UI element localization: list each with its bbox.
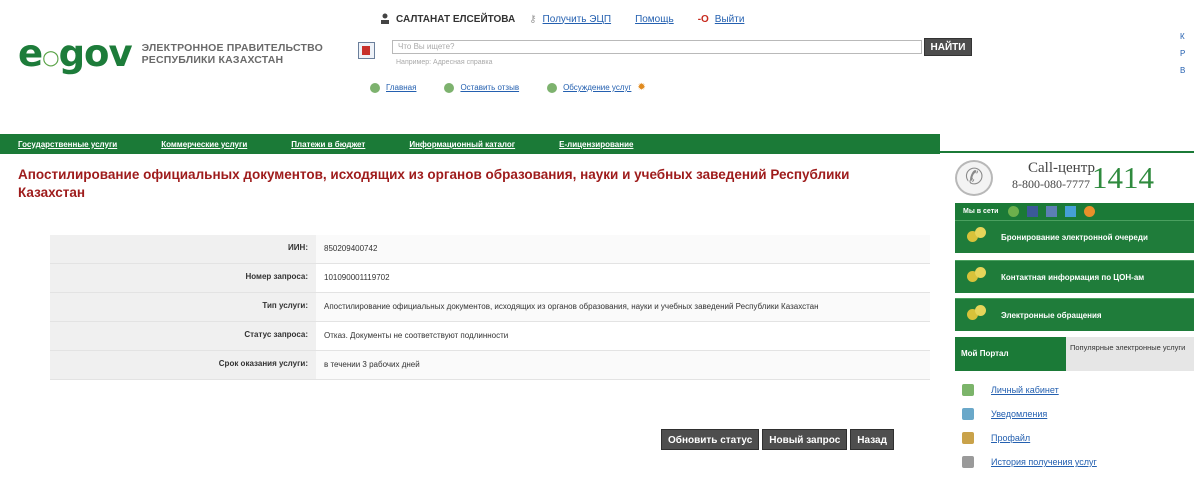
iin-value: 850209400742 [316, 235, 930, 264]
social-bar: Мы в сети [955, 203, 1194, 220]
social-icon-3[interactable] [1046, 206, 1058, 217]
new-request-button[interactable]: Новый запрос [762, 429, 848, 450]
sidebar-item-e-queue[interactable]: Бронирование электронной очереди [955, 220, 1194, 253]
feedback-icon [444, 82, 455, 93]
nav-budget-payments[interactable]: Платежи в бюджет [267, 140, 385, 149]
home-link[interactable]: Главная [386, 83, 416, 92]
table-row: Тип услуги: Апостилирование официальных … [50, 292, 930, 322]
feedback-link[interactable]: Оставить отзыв [460, 83, 519, 92]
contact-icon [967, 267, 989, 287]
list-item: Личный кабинет [962, 378, 1194, 402]
table-row: Статус запроса: Отказ. Документы не соот… [50, 321, 930, 351]
key-icon: ⚷ [529, 13, 537, 25]
discussion-link[interactable]: Обсуждение услуг [563, 83, 631, 92]
get-eds-link[interactable]: Получить ЭЦП [543, 14, 612, 25]
profile-icon [962, 432, 974, 444]
service-term-value: в течении 3 рабочих дней [316, 350, 930, 380]
table-row: Номер запроса: 101090001119702 [50, 263, 930, 293]
user-bar: САЛТАНАТ ЕЛСЕЙТОВА ⚷ Получить ЭЦП Помощь… [380, 13, 744, 25]
service-type-label: Тип услуги: [50, 292, 316, 322]
user-icon [381, 13, 389, 24]
call-center-short-number: 1414 [1092, 160, 1154, 195]
new-badge-icon: ✹ [637, 82, 646, 93]
table-row: Срок оказания услуги: в течении 3 рабочи… [50, 350, 930, 380]
exit-icon: -О [697, 13, 709, 25]
header-sublinks: Главная Оставить отзыв Обсуждение услуг … [370, 82, 646, 93]
nav-gov-services[interactable]: Государственные услуги [0, 140, 137, 149]
portal-links: Личный кабинет Уведомления Профайл Истор… [962, 378, 1194, 474]
home-icon [370, 82, 380, 93]
notification-icon [962, 408, 974, 420]
nav-info-catalog[interactable]: Информационный каталог [385, 140, 535, 149]
iin-label: ИИН: [50, 235, 316, 264]
table-row: ИИН: 850209400742 [50, 235, 930, 264]
call-center-label: Call-центр [1028, 160, 1095, 176]
request-status-value: Отказ. Документы не соответствуют подлин… [316, 321, 930, 351]
search-button[interactable]: НАЙТИ [924, 38, 972, 56]
call-center-phone: 8-800-080-7777 [1012, 177, 1090, 191]
call-center-banner[interactable]: Call-центр 8-800-080-7777 1414 [955, 160, 1194, 196]
virtual-keyboard-icon[interactable] [358, 42, 375, 59]
people-icon [967, 305, 989, 325]
home-icon [962, 384, 974, 396]
user-name: САЛТАНАТ ЕЛСЕЙТОВА [396, 13, 516, 25]
portal-tabs: Мой Портал Популярные электронные услуги [955, 337, 1194, 371]
sidebar-item-e-appeals[interactable]: Электронные обращения [955, 298, 1194, 331]
nav-commercial-services[interactable]: Коммерческие услуги [137, 140, 267, 149]
nav-e-licensing[interactable]: Е-лицензирование [535, 140, 653, 149]
help-link[interactable]: Помощь [635, 14, 674, 25]
action-buttons: Обновить статус Новый запрос Назад [661, 429, 894, 450]
tab-my-portal[interactable]: Мой Портал [955, 337, 1066, 371]
list-item: Уведомления [962, 402, 1194, 426]
tab-popular-services[interactable]: Популярные электронные услуги [1066, 337, 1194, 371]
sidebar-item-con-contacts[interactable]: Контактная информация по ЦОН-ам [955, 260, 1194, 293]
people-icon [967, 227, 989, 247]
refresh-status-button[interactable]: Обновить статус [661, 429, 760, 450]
page-title: Апостилирование официальных документов, … [18, 167, 850, 200]
phone-icon [955, 160, 993, 196]
service-term-label: Срок оказания услуги: [50, 350, 316, 380]
social-icon-5[interactable] [1084, 206, 1096, 217]
discussion-icon [547, 82, 558, 93]
service-type-value: Апостилирование официальных документов, … [316, 292, 930, 322]
twitter-icon[interactable] [1065, 206, 1077, 217]
social-label: Мы в сети [963, 208, 999, 215]
logout-link[interactable]: Выйти [715, 14, 745, 25]
request-number-value: 101090001119702 [316, 263, 930, 293]
request-number-label: Номер запроса: [50, 263, 316, 293]
notifications-link[interactable]: Уведомления [991, 409, 1047, 419]
request-info-table: ИИН: 850209400742 Номер запроса: 1010900… [50, 235, 930, 380]
logo-text: ЭЛЕКТРОННОЕ ПРАВИТЕЛЬСТВО РЕСПУБЛИКИ КАЗ… [141, 41, 324, 66]
request-status-label: Статус запроса: [50, 321, 316, 351]
back-button[interactable]: Назад [850, 429, 894, 450]
search-hint: Например: Адресная справка [396, 59, 493, 66]
list-item: История получения услуг [962, 450, 1194, 474]
history-icon [962, 456, 974, 468]
right-edge-links: К Р В [1180, 32, 1186, 75]
social-icon-1[interactable] [1008, 206, 1020, 217]
nav-divider [940, 151, 1194, 153]
main-nav: Государственные услуги Коммерческие услу… [0, 134, 940, 154]
services-history-link[interactable]: История получения услуг [991, 457, 1097, 467]
egov-logo[interactable]: e○gov ЭЛЕКТРОННОЕ ПРАВИТЕЛЬСТВО РЕСПУБЛИ… [18, 32, 323, 75]
list-item: Профайл [962, 426, 1194, 450]
personal-cabinet-link[interactable]: Личный кабинет [991, 385, 1059, 395]
search-input[interactable]: Что Вы ищете? [392, 40, 922, 54]
profile-link[interactable]: Профайл [991, 433, 1030, 443]
facebook-icon[interactable] [1027, 206, 1039, 217]
logo-mark: e○gov [18, 32, 133, 75]
